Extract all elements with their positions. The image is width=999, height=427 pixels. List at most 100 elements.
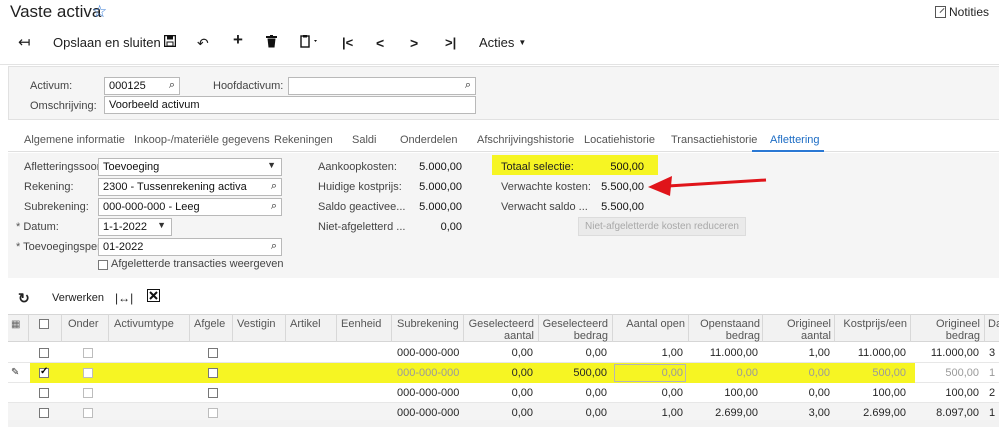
search-icon[interactable]: ⌕ (271, 180, 277, 193)
tab-onderdelen[interactable]: Onderdelen (400, 134, 458, 146)
aankoop-value: 5.000,00 (419, 161, 462, 173)
cell-open-aantal: 1,00 (661, 347, 683, 359)
col-geselecteerd-aantal[interactable]: Geselecteerd aantal (466, 318, 534, 342)
tab-aflettering[interactable]: Aflettering (770, 134, 820, 146)
actions-menu[interactable]: Acties ▼ (479, 35, 526, 51)
favorite-star-icon[interactable]: ☆ (92, 2, 107, 22)
col-vestigin[interactable]: Vestigin (237, 318, 276, 330)
first-record-icon[interactable]: |< (342, 35, 353, 51)
col-activumtype[interactable]: Activumtype (114, 318, 174, 330)
tab-saldi[interactable]: Saldi (352, 134, 376, 146)
subrekening-label: Subrekening: (24, 201, 89, 213)
chevron-down-icon: ▼ (157, 220, 166, 230)
process-button[interactable]: Verwerken (52, 292, 104, 304)
last-record-icon[interactable]: >| (445, 35, 456, 51)
cell-orig-bedrag: 500,00 (945, 367, 979, 379)
tab-rekeningen[interactable]: Rekeningen (274, 134, 333, 146)
tab-inkoop[interactable]: Inkoop-/materiële gegevens (134, 134, 270, 146)
datum-label: * Datum: (16, 221, 59, 233)
row-select-checkbox[interactable] (39, 408, 49, 418)
cell-sel-bedrag: 0,00 (585, 387, 607, 399)
row-select-checkbox[interactable] (39, 388, 49, 398)
activum-field[interactable]: 000125 ⌕ (104, 77, 180, 95)
kostprijs-label: Huidige kostprijs: (318, 181, 402, 193)
verwacht-value: 5.500,00 (601, 181, 644, 193)
next-record-icon[interactable]: > (410, 35, 418, 51)
col-afgele[interactable]: Afgele (194, 318, 225, 330)
cell-orig-aantal: 0,00 (808, 387, 830, 399)
afgele-checkbox[interactable] (208, 408, 218, 418)
cell-open-aantal: 1,00 (661, 407, 683, 419)
col-da[interactable]: Da (988, 318, 999, 330)
select-all-checkbox[interactable] (39, 319, 49, 329)
onder-checkbox (83, 368, 93, 378)
saldo-label: Saldo geactivee... (318, 201, 406, 213)
save-icon[interactable] (163, 34, 177, 51)
hoofdactivum-field[interactable]: ⌕ (288, 77, 476, 95)
niet-value: 0,00 (440, 221, 462, 233)
tab-afschrijvingshistorie[interactable]: Afschrijvingshistorie (477, 134, 574, 146)
col-subrekening[interactable]: Subrekening (397, 318, 459, 330)
previous-record-icon[interactable]: < (376, 35, 384, 51)
back-arrow-icon[interactable]: ↤ (18, 35, 31, 51)
cell-open-bedrag: 2.699,00 (715, 407, 758, 419)
col-aantal-open[interactable]: Aantal open (614, 318, 685, 330)
datum-field[interactable]: 1-1-2022 ▼ (98, 218, 172, 236)
cell-sel-aantal: 0,00 (511, 387, 533, 399)
chevron-down-icon: ▼ (518, 38, 527, 47)
delete-icon[interactable] (266, 35, 277, 52)
row-select-checkbox[interactable] (39, 366, 49, 378)
search-icon[interactable]: ⌕ (465, 79, 471, 92)
col-openstaand-bedrag[interactable]: Openstaand bedrag (690, 318, 760, 342)
row-select-checkbox[interactable] (39, 348, 49, 358)
col-eenheid[interactable]: Eenheid (341, 318, 381, 330)
afgele-checkbox[interactable] (208, 368, 218, 378)
tab-algemene-informatie[interactable]: Algemene informatie (24, 134, 125, 146)
col-origineel-bedrag[interactable]: Origineel bedrag (912, 318, 980, 342)
cell-kostprijs: 11.000,00 (857, 347, 906, 359)
fit-columns-icon[interactable]: |↔| (115, 291, 133, 305)
clipboard-icon[interactable] (300, 35, 320, 52)
tab-locatiehistorie[interactable]: Locatiehistorie (584, 134, 655, 146)
search-icon[interactable]: ⌕ (271, 240, 277, 253)
rekening-field[interactable]: 2300 - Tussenrekening activa ⌕ (98, 178, 282, 196)
afgele-checkbox[interactable] (208, 388, 218, 398)
subrekening-field[interactable]: 000-000-000 - Leeg ⌕ (98, 198, 282, 216)
cell-orig-aantal: 3,00 (808, 407, 830, 419)
cell-subrekening: 000-000-000 (397, 367, 460, 379)
add-icon[interactable]: + (233, 31, 243, 48)
cell-sel-aantal: 0,00 (511, 367, 533, 379)
col-kostprijs-een[interactable]: Kostprijs/een (836, 318, 907, 330)
niet-label: Niet-afgeletterd ... (318, 221, 406, 233)
refresh-icon[interactable]: ↻ (18, 290, 30, 307)
col-onder[interactable]: Onder (68, 318, 99, 330)
col-geselecteerd-bedrag[interactable]: Geselecteerd bedrag (540, 318, 608, 342)
reduce-costs-button[interactable]: Niet-afgeletterde kosten reduceren (578, 217, 746, 236)
edit-note-icon (934, 6, 946, 18)
col-origineel-aantal[interactable]: Origineel aantal (764, 318, 831, 342)
search-icon[interactable]: ⌕ (169, 79, 175, 92)
soort-value: Toevoeging (103, 161, 160, 173)
omschrijving-field[interactable]: Voorbeeld activum (104, 96, 476, 114)
show-reconciled-checkbox[interactable] (98, 260, 108, 270)
col-artikel[interactable]: Artikel (290, 318, 321, 330)
onder-checkbox (83, 348, 93, 358)
periode-field[interactable]: 01-2022 ⌕ (98, 238, 282, 256)
cell-kostprijs: 100,00 (872, 387, 906, 399)
undo-icon[interactable]: ↶ (197, 35, 209, 51)
tab-transactiehistorie[interactable]: Transactiehistorie (671, 134, 757, 146)
save-close-button[interactable]: Opslaan en sluiten (53, 35, 161, 51)
soort-select[interactable]: Toevoeging ▼ (98, 158, 282, 176)
search-icon[interactable]: ⌕ (271, 200, 277, 213)
afgele-checkbox[interactable] (208, 348, 218, 358)
datum-value: 1-1-2022 (103, 221, 148, 233)
cell-da: 2 (989, 387, 996, 399)
rekening-value: 2300 - Tussenrekening activa (103, 181, 247, 193)
clear-filter-icon[interactable] (147, 289, 160, 305)
notes-button[interactable]: Notities (934, 5, 989, 19)
omschrijving-value: Voorbeeld activum (109, 99, 200, 111)
onder-checkbox (83, 388, 93, 398)
cell-orig-bedrag: 100,00 (945, 387, 979, 399)
cell-da: 1 (989, 407, 996, 419)
grid-settings-icon[interactable]: ▦ (11, 319, 20, 330)
